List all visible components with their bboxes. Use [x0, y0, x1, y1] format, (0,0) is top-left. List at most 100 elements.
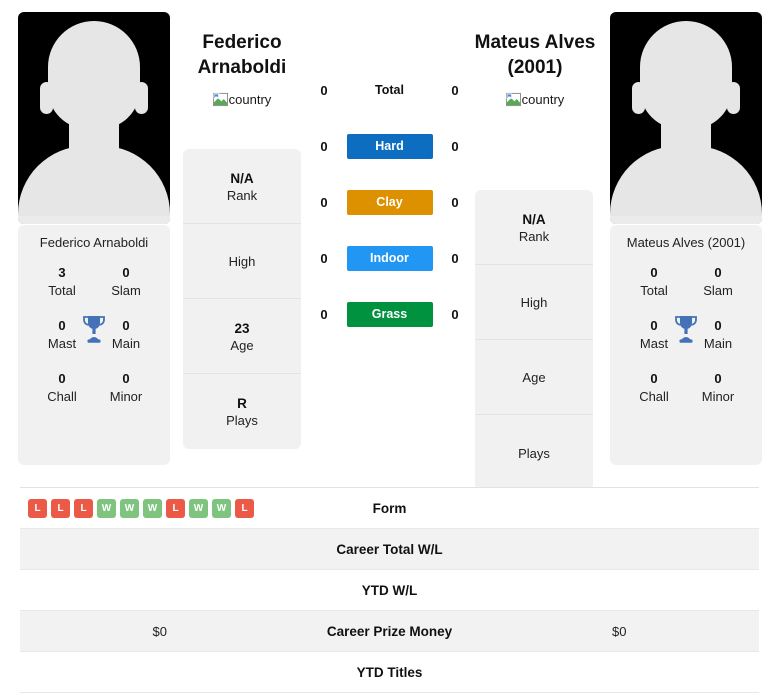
right-info-cell-plays: Plays — [475, 415, 593, 490]
surface-left-count: 0 — [320, 194, 328, 210]
right-titles-main: 0 Main — [694, 317, 742, 353]
player-comparison-page: Federico Arnaboldi country Mateus Alves — [0, 0, 779, 699]
right-info-cell-rank: N/A Rank — [475, 190, 593, 265]
right-info-label-age: Age — [522, 370, 546, 385]
right-titles-label-chall: Chall — [639, 389, 669, 404]
table-row-label: YTD Titles — [356, 664, 423, 680]
surface-row-indoor: 0 Indoor 0 — [313, 230, 466, 286]
left-info-value-rank: N/A — [230, 170, 254, 186]
form-badge-win[interactable]: W — [120, 498, 139, 518]
left-player-titles-card: Federico Arnaboldi 3 Total 0 Slam 0 Mast 0 Main… — [18, 225, 170, 465]
table-row-label: YTD W/L — [361, 582, 418, 598]
surface-left-count: 0 — [320, 138, 328, 154]
broken-image-icon — [505, 92, 521, 107]
table-row: $0 Career Prize Money $0 — [20, 611, 759, 652]
left-info-cell-rank: N/A Rank — [183, 149, 301, 224]
surface-right-count: 0 — [451, 138, 459, 154]
left-titles-label-minor: Minor — [109, 389, 143, 404]
left-titles-label-total: Total — [48, 283, 76, 298]
left-titles-label-main: Main — [111, 336, 141, 351]
left-titles-label-chall: Chall — [47, 389, 77, 404]
left-info-label-high: High — [228, 254, 256, 269]
left-info-label-plays: Plays — [226, 413, 258, 428]
form-badge-loss[interactable]: L — [51, 498, 70, 518]
surface-badge-hard[interactable]: Hard — [346, 133, 433, 159]
table-row: Career Total W/L — [20, 529, 759, 570]
surface-right-count: 0 — [451, 306, 459, 322]
surface-right-count: 0 — [451, 250, 459, 266]
left-titles-value-minor: 0 — [122, 371, 130, 386]
surface-left-count: 0 — [320, 82, 328, 98]
right-country-alt-text: country — [521, 92, 565, 107]
surface-row-clay: 0 Clay 0 — [313, 174, 466, 230]
left-titles-slam: 0 Slam — [102, 264, 150, 300]
left-titles-minor: 0 Minor — [102, 370, 150, 406]
left-player-name-line1: Federico — [202, 32, 282, 53]
left-titles-label-slam: Slam — [111, 283, 141, 298]
form-badge-win[interactable]: W — [189, 498, 208, 518]
form-badge-loss[interactable]: L — [74, 498, 93, 518]
left-player-name-line2: Arnaboldi — [197, 57, 287, 78]
left-info-label-rank: Rank — [226, 187, 258, 203]
right-titles-chall: 0 Chall — [630, 370, 678, 406]
right-player-name-line2: (2001) — [507, 57, 563, 78]
table-cell-left: $0 — [152, 623, 167, 639]
broken-image-icon — [212, 92, 228, 107]
right-info-label-rank: Rank — [518, 228, 550, 244]
right-titles-value-chall: 0 — [650, 371, 658, 386]
left-titles-chall: 0 Chall — [38, 370, 86, 406]
surface-badge-indoor[interactable]: Indoor — [346, 245, 433, 271]
right-info-cell-high: High — [475, 265, 593, 340]
left-titles-value-mast: 0 — [58, 318, 66, 333]
form-badge-win[interactable]: W — [97, 498, 116, 518]
form-badge-loss[interactable]: L — [166, 498, 185, 518]
surface-badge-total[interactable]: Total — [347, 78, 433, 103]
left-country-alt-text: country — [228, 92, 272, 107]
right-titles-value-mast: 0 — [650, 318, 658, 333]
left-titles-main: 0 Main — [102, 317, 150, 353]
surface-left-count: 0 — [320, 306, 328, 322]
trophy-icon — [83, 316, 105, 343]
comparison-header: Federico Arnaboldi country Mateus Alves — [0, 0, 779, 490]
form-badge-win[interactable]: W — [143, 498, 162, 518]
right-player-titles-card: Mateus Alves (2001) 0 Total 0 Slam 0 Mast 0 Mai… — [610, 225, 762, 465]
form-badge-win[interactable]: W — [212, 498, 231, 518]
table-row: YTD W/L — [20, 570, 759, 611]
left-info-cell-age: 23 Age — [183, 299, 301, 374]
surface-breakdown: 0 Total 0 0 Hard 0 0 Clay 0 0 Indoor 0 0 Grass 0 — [313, 62, 466, 342]
table-row-label: Career Total W/L — [336, 541, 443, 557]
surface-right-count: 0 — [451, 82, 459, 98]
table-row: YTD Titles — [20, 652, 759, 693]
left-titles-player-name: Federico Arnaboldi — [39, 235, 149, 250]
right-titles-label-total: Total — [640, 283, 668, 298]
right-titles-value-slam: 0 — [714, 265, 722, 280]
form-badge-loss[interactable]: L — [235, 498, 254, 518]
avatar-silhouette-icon — [610, 12, 762, 224]
table-row-label: Form — [372, 500, 407, 516]
form-badges: LLLWWWLWWL — [20, 498, 300, 518]
right-titles-player-name: Mateus Alves (2001) — [626, 235, 746, 250]
right-titles-value-minor: 0 — [714, 371, 722, 386]
right-player-name[interactable]: Mateus Alves (2001) — [455, 30, 615, 80]
right-titles-slam: 0 Slam — [694, 264, 742, 300]
surface-row-hard: 0 Hard 0 — [313, 118, 466, 174]
right-info-value-rank: N/A — [522, 211, 546, 227]
avatar-silhouette-icon — [18, 12, 170, 224]
right-info-cell-age: Age — [475, 340, 593, 415]
surface-right-count: 0 — [451, 194, 459, 210]
right-titles-minor: 0 Minor — [694, 370, 742, 406]
surface-badge-grass[interactable]: Grass — [346, 301, 433, 327]
right-player-country: country — [455, 92, 615, 107]
left-titles-total: 3 Total — [38, 264, 86, 300]
form-badge-loss[interactable]: L — [28, 498, 47, 518]
right-info-label-high: High — [520, 295, 548, 310]
right-player-name-line1: Mateus Alves — [474, 32, 596, 53]
right-titles-label-slam: Slam — [703, 283, 733, 298]
left-info-cell-plays: R Plays — [183, 374, 301, 449]
titles-row: 0 Chall 0 Minor — [18, 370, 170, 406]
left-player-name[interactable]: Federico Arnaboldi — [162, 30, 322, 80]
left-info-value-age: 23 — [234, 320, 250, 336]
surface-badge-clay[interactable]: Clay — [346, 189, 433, 215]
left-player-avatar — [18, 12, 170, 224]
table-cell-left: LLLWWWLWWL — [20, 498, 300, 518]
